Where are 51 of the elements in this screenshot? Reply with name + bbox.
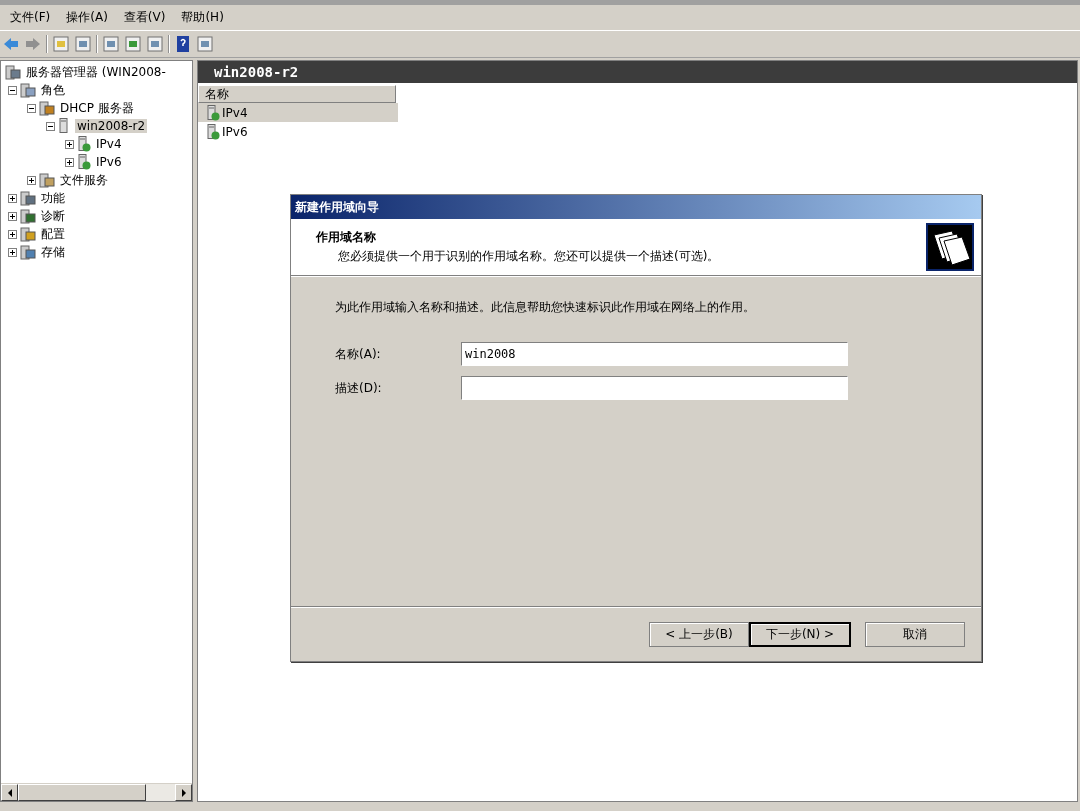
expand-icon[interactable] [65,139,74,149]
list-item[interactable]: IPv4 [222,105,248,120]
tree-item[interactable]: 诊断 [39,207,67,225]
tree-item[interactable]: win2008-r2 [75,119,148,133]
field-label: 名称(A): [335,345,382,363]
menu-item[interactable]: 查看(V) [115,9,174,26]
tree-item[interactable]: 角色 [39,81,67,99]
wizard-button[interactable]: 下一步(N) > [749,621,851,647]
menu-item[interactable]: 帮助(H) [173,9,232,26]
instruction-text: 为此作用域输入名称和描述。此信息帮助您快速标识此作用域在网络上的作用。 [335,299,756,316]
scroll-right-button[interactable] [175,784,192,801]
tree-item[interactable]: 服务器管理器 (WIN2008- [24,63,168,81]
tree-item[interactable]: 配置 [39,225,67,243]
server-check-icon [206,104,220,121]
collapse-icon[interactable] [27,103,36,113]
scrollbar-thumb[interactable] [18,784,146,801]
pane-title: win2008-r2 [198,61,1077,83]
left-arrow-icon [6,788,13,797]
wizard-subheading: 您必须提供一个用于识别的作用域名称。您还可以提供一个描述(可选)。 [337,248,720,265]
right-arrow-icon [180,788,187,797]
wizard-button[interactable]: 取消 [865,621,965,647]
server-check-icon [77,136,91,152]
expand-icon[interactable] [8,193,17,203]
tree-item[interactable]: 功能 [39,189,67,207]
input-field[interactable] [461,376,848,400]
collapse-icon[interactable] [46,121,55,131]
tree-item[interactable]: 存储 [39,243,67,261]
tree-item[interactable]: IPv4 [94,137,124,151]
server-check-icon [206,123,220,140]
tree-item[interactable]: 文件服务 [58,171,110,189]
tree-item[interactable]: DHCP 服务器 [58,99,136,117]
help-icon[interactable] [174,35,192,53]
wizard-heading: 作用域名称 [316,229,377,246]
expand-icon[interactable] [8,247,17,257]
menu-item[interactable]: 文件(F) [2,9,59,26]
expand-icon[interactable] [8,229,17,239]
wizard-button[interactable]: < 上一步(B) [649,621,749,647]
scroll-left-button[interactable] [1,784,18,801]
expand-icon[interactable] [8,211,17,221]
collapse-icon[interactable] [8,85,17,95]
server-check-icon [77,154,91,170]
field-label: 描述(D): [335,379,383,397]
expand-icon[interactable] [27,175,36,185]
expand-icon[interactable] [65,157,74,167]
menu-item[interactable]: 操作(A) [58,9,116,26]
tree-item[interactable]: IPv6 [94,155,124,169]
column-header[interactable]: 名称 [198,85,396,103]
list-item[interactable]: IPv6 [222,124,248,139]
input-field[interactable]: win2008 [461,342,848,366]
folders-icon [926,223,974,271]
dialog-title: 新建作用域向导 [291,195,981,219]
